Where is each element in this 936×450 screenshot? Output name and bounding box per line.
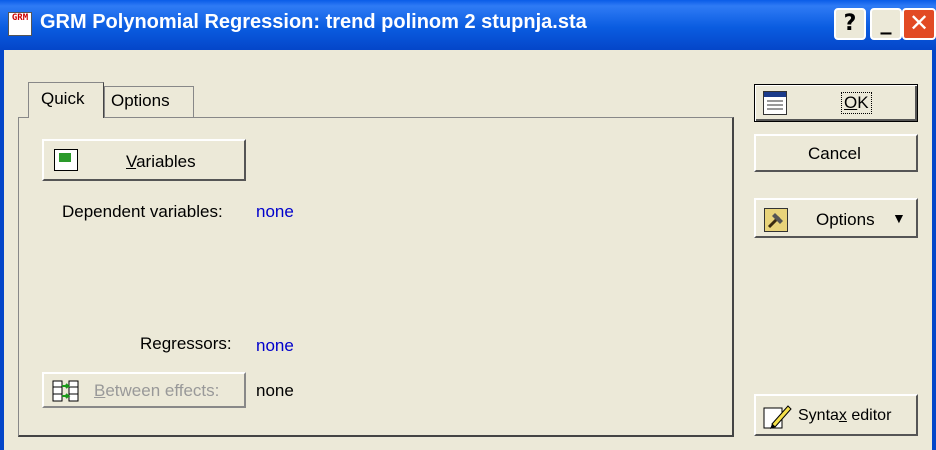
help-button[interactable]: ? [834,8,866,40]
window-border-left [0,50,4,450]
between-effects-button-label: Between effects: [94,381,220,400]
tab-quick[interactable]: Quick [28,82,104,118]
syntax-editor-button[interactable]: Syntax editor [754,394,918,436]
between-effects-button[interactable]: Between effects: [42,372,246,408]
tab-options-label: Options [111,91,170,110]
variables-button-label: Variables [126,152,196,171]
variables-button[interactable]: Variables [42,139,246,181]
dependent-variables-label: Dependent variables: [62,202,223,221]
window-border-right [932,50,936,450]
variables-icon [54,149,78,171]
close-button[interactable]: ✕ [902,8,936,40]
title-bar[interactable]: GRM GRM Polynomial Regression: trend pol… [0,0,936,50]
ok-button-label: OK [841,92,872,114]
minimize-button[interactable]: _ [870,8,902,40]
window-title: GRM Polynomial Regression: trend polinom… [40,11,587,33]
options-dropdown-button[interactable]: Options ▼ [754,198,918,238]
tab-quick-label: Quick [41,89,85,108]
options-hammer-icon [764,208,788,232]
cancel-button[interactable]: Cancel [754,134,918,172]
chevron-down-icon: ▼ [892,210,906,226]
regressors-label: Regressors: [140,334,232,353]
dependent-variables-value: none [256,202,294,221]
regressors-value: none [256,336,294,355]
between-effects-value: none [256,381,294,400]
tab-options[interactable]: Options [104,86,194,118]
ok-icon [763,91,787,115]
app-icon: GRM [8,12,32,36]
dialog-window: GRM GRM Polynomial Regression: trend pol… [0,0,936,450]
options-button-label: Options [816,210,875,229]
cancel-button-label: Cancel [808,144,861,163]
between-effects-icon [52,380,79,402]
syntax-editor-icon [763,405,792,429]
syntax-editor-button-label: Syntax editor [798,407,892,424]
ok-button[interactable]: OK [754,84,918,122]
